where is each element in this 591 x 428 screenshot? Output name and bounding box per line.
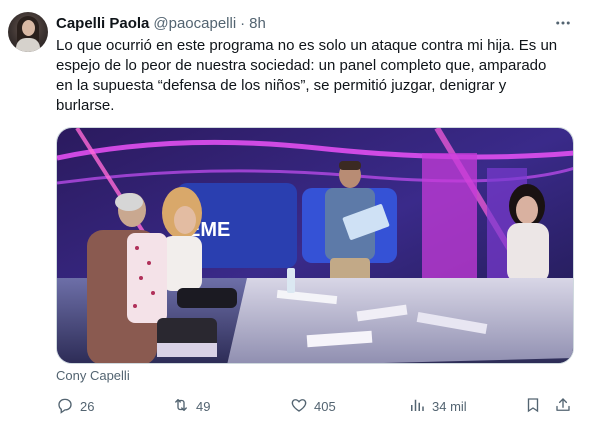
tweet-text: Lo que ocurrió en este programa no es so…	[56, 36, 572, 116]
repost-arrows-icon	[172, 396, 190, 417]
tweet-text-line: Lo que ocurrió en este programa no es so…	[56, 37, 558, 54]
tweet-text-line: espejo de lo peor de nuestra sociedad: u…	[56, 57, 547, 74]
bar-chart-icon	[408, 396, 426, 417]
reply-count: 26	[80, 398, 95, 414]
media-credit[interactable]: Cony Capelli	[56, 368, 130, 383]
repost-count: 49	[196, 398, 211, 414]
action-bar: 26 49 405 34 mil	[56, 394, 574, 418]
views-button[interactable]: 34 mil	[408, 394, 467, 418]
bookmark-icon	[524, 396, 542, 417]
avatar-face	[22, 20, 35, 36]
author-name[interactable]: Capelli Paola	[56, 15, 149, 32]
like-button[interactable]: 405	[290, 394, 336, 418]
reply-button[interactable]: 26	[56, 394, 94, 418]
more-dots-icon[interactable]	[552, 12, 574, 34]
author-handle[interactable]: @paocapelli	[153, 15, 236, 32]
tweet-video[interactable]: EME	[56, 127, 574, 364]
tweet-timestamp[interactable]: 8h	[249, 15, 266, 32]
share-upload-icon	[554, 396, 572, 417]
view-count: 34 mil	[432, 398, 467, 414]
tweet-text-line: burlarse.	[56, 97, 115, 114]
tweet-header: Capelli Paola @paocapelli · 8h	[56, 12, 266, 34]
tweet-text-line: en la supuesta “defensa de los niños”, s…	[56, 77, 507, 94]
avatar-body	[16, 38, 40, 52]
heart-icon	[290, 396, 308, 417]
separator-dot: ·	[240, 14, 246, 32]
tweet[interactable]: Capelli Paola @paocapelli · 8h Lo que oc…	[0, 0, 591, 428]
like-count: 405	[314, 398, 336, 414]
repost-button[interactable]: 49	[172, 394, 210, 418]
bookmark-button[interactable]	[524, 394, 542, 418]
avatar[interactable]	[8, 12, 48, 52]
tv-studio-scene: EME	[57, 128, 573, 363]
share-button[interactable]	[554, 394, 572, 418]
reply-bubble-icon	[56, 396, 74, 417]
